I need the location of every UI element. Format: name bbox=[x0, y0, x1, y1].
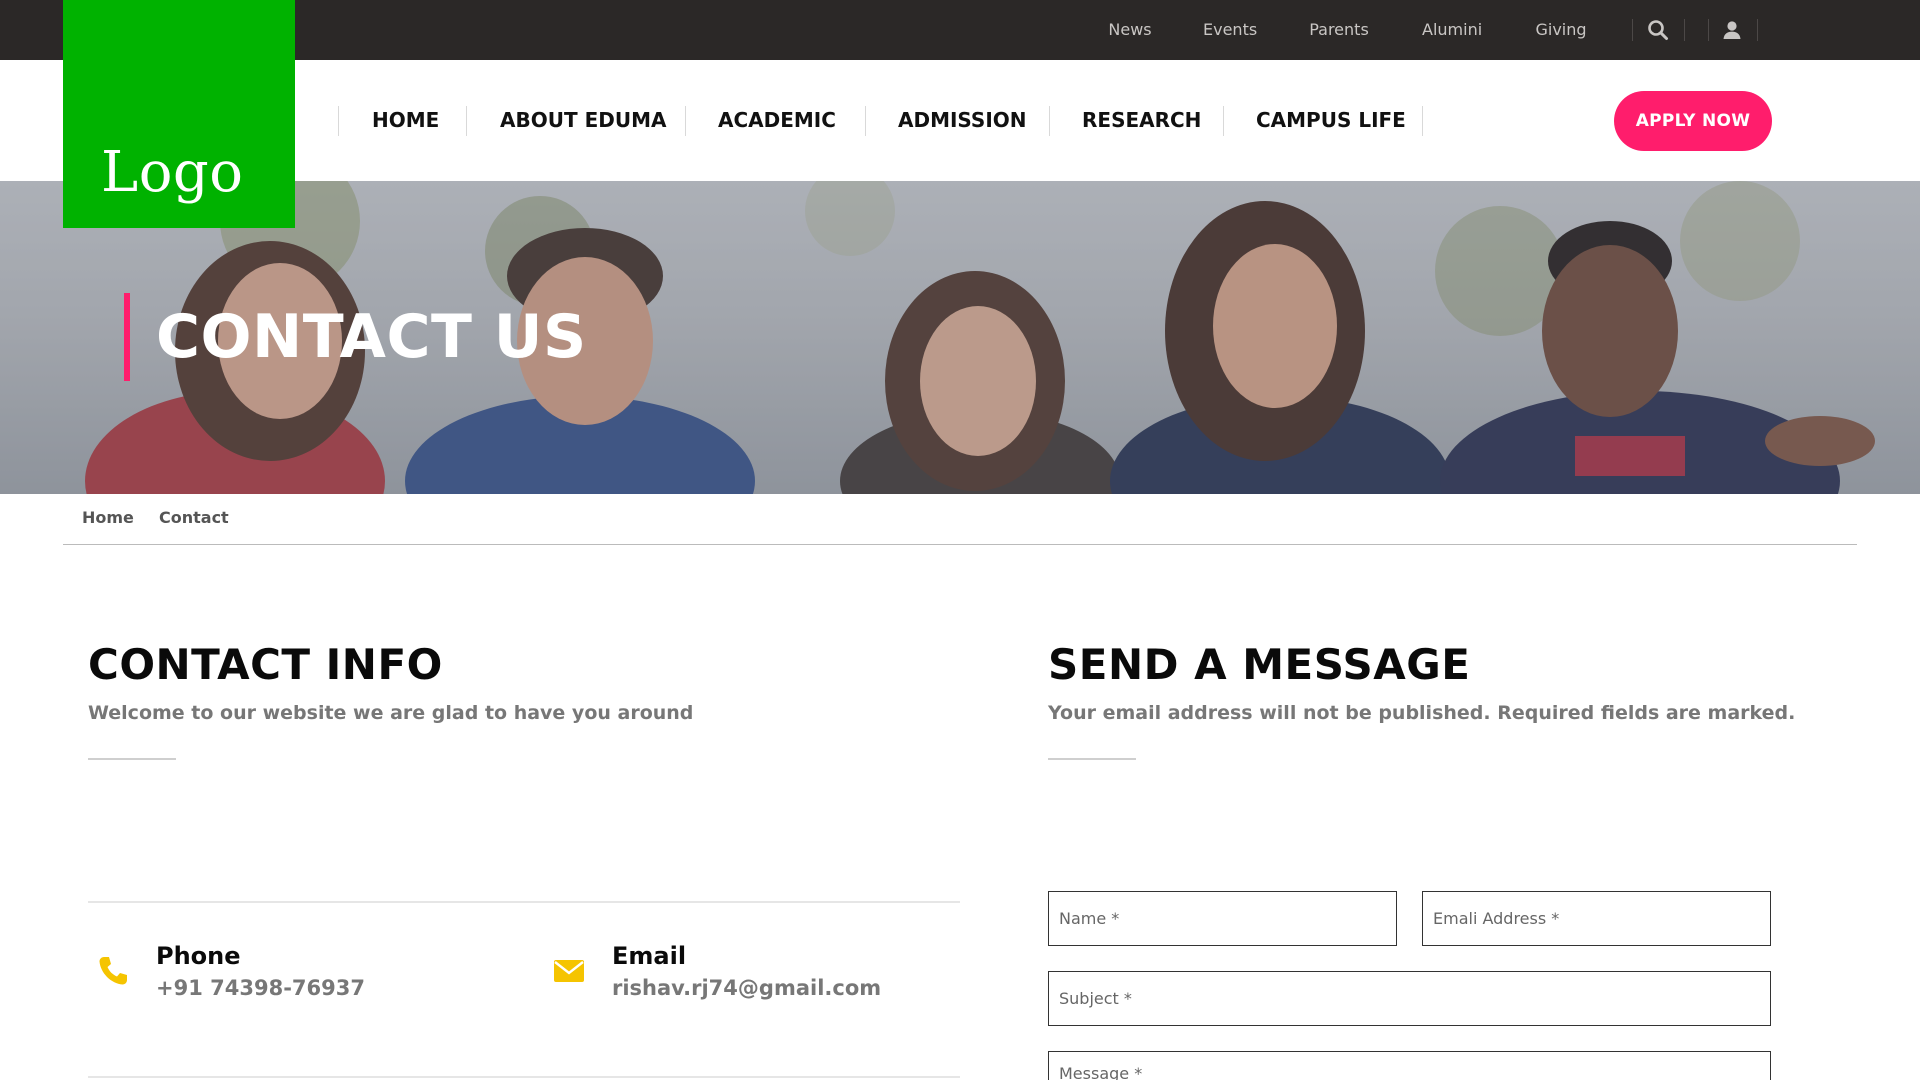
nav-admission[interactable]: ADMISSION bbox=[898, 108, 1027, 132]
nav-divider bbox=[1223, 106, 1224, 136]
top-divider bbox=[1632, 19, 1633, 41]
top-link-news[interactable]: News bbox=[1108, 20, 1152, 39]
breadcrumb-divider bbox=[63, 544, 1857, 545]
nav-about-eduma[interactable]: ABOUT EDUMA bbox=[500, 108, 666, 132]
send-message-title: SEND A MESSAGE bbox=[1048, 640, 1471, 689]
nav-divider bbox=[338, 106, 339, 136]
top-divider bbox=[1684, 19, 1685, 41]
nav-divider bbox=[685, 106, 686, 136]
envelope-icon bbox=[552, 954, 586, 988]
top-link-alumini[interactable]: Alumini bbox=[1422, 20, 1482, 39]
top-divider bbox=[1757, 19, 1758, 41]
nav-academic[interactable]: ACADEMIC bbox=[718, 108, 836, 132]
nav-divider bbox=[1049, 106, 1050, 136]
phone-label: Phone bbox=[156, 942, 241, 970]
search-icon[interactable] bbox=[1646, 18, 1670, 42]
contact-info-divider bbox=[88, 1076, 960, 1078]
logo-text: Logo bbox=[101, 140, 244, 205]
email-label: Email bbox=[612, 942, 687, 970]
nav-research[interactable]: RESEARCH bbox=[1082, 108, 1201, 132]
user-icon[interactable] bbox=[1720, 18, 1744, 42]
email-value[interactable]: rishav.rj74@gmail.com bbox=[612, 976, 881, 1000]
contact-info-divider bbox=[88, 901, 960, 903]
top-link-parents[interactable]: Parents bbox=[1308, 20, 1370, 39]
phone-value[interactable]: +91 74398-76937 bbox=[156, 976, 365, 1000]
top-link-events[interactable]: Events bbox=[1203, 20, 1257, 39]
subject-field[interactable]: Subject * bbox=[1048, 971, 1771, 1026]
top-link-giving[interactable]: Giving bbox=[1535, 20, 1587, 39]
hero-title-accent bbox=[124, 293, 130, 381]
top-divider bbox=[1708, 19, 1709, 41]
breadcrumb-current: Contact bbox=[159, 508, 229, 527]
phone-icon bbox=[96, 954, 130, 988]
site-logo[interactable]: Logo bbox=[63, 0, 295, 228]
page-title: CONTACT US bbox=[156, 302, 587, 372]
contact-info-subtitle: Welcome to our website we are glad to ha… bbox=[88, 702, 694, 724]
nav-divider bbox=[865, 106, 866, 136]
apply-now-button[interactable]: APPLY NOW bbox=[1614, 91, 1772, 151]
email-field[interactable]: Emali Address * bbox=[1422, 891, 1771, 946]
nav-divider bbox=[1422, 106, 1423, 136]
nav-campus-life[interactable]: CAMPUS LIFE bbox=[1256, 108, 1406, 132]
contact-info-title: CONTACT INFO bbox=[88, 640, 443, 689]
breadcrumb-home[interactable]: Home bbox=[82, 508, 134, 527]
contact-info-underline bbox=[88, 758, 176, 760]
name-field[interactable]: Name * bbox=[1048, 891, 1397, 946]
nav-home[interactable]: HOME bbox=[372, 108, 439, 132]
send-message-subtitle: Your email address will not be published… bbox=[1048, 702, 1796, 724]
nav-divider bbox=[466, 106, 467, 136]
send-message-underline bbox=[1048, 758, 1136, 760]
message-field[interactable]: Message * bbox=[1048, 1051, 1771, 1080]
